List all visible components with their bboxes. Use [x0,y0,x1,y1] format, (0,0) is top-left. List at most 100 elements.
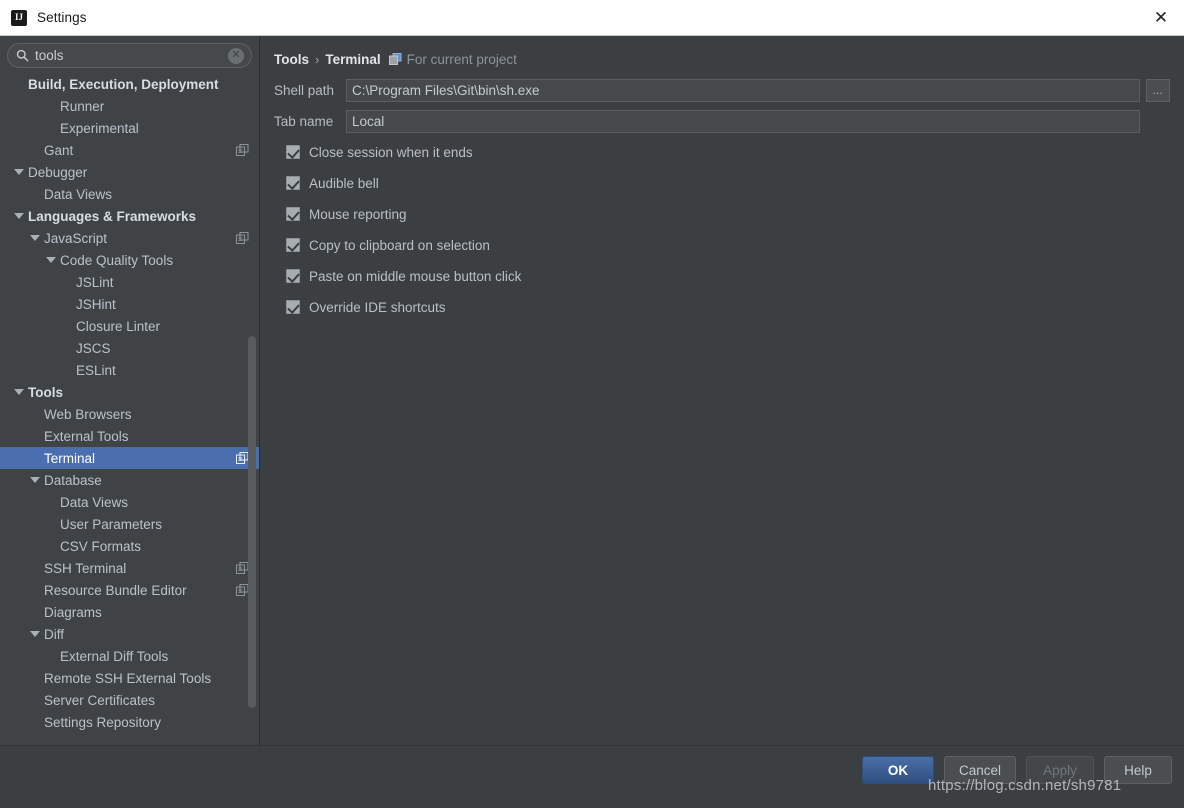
sidebar-item-gant[interactable]: Gant [0,139,259,161]
sidebar-item-debugger[interactable]: Debugger [0,161,259,183]
chevron-down-icon[interactable] [14,211,25,222]
sidebar-item-web-browsers[interactable]: Web Browsers [0,403,259,425]
sidebar-item-external-tools[interactable]: External Tools [0,425,259,447]
chevron-down-icon[interactable] [30,475,41,486]
sidebar-item-diff[interactable]: Diff [0,623,259,645]
sidebar-item-user-parameters[interactable]: User Parameters [0,513,259,535]
checkmark-icon[interactable] [286,207,300,221]
checkbox-close-session-when-it-ends[interactable]: Close session when it ends [286,141,1170,163]
ok-button[interactable]: OK [861,756,934,784]
search-container: ✕ [0,36,259,72]
sidebar-item-label: JavaScript [44,230,108,246]
sidebar-item-remote-ssh-external-tools[interactable]: Remote SSH External Tools [0,667,259,689]
checkbox-mouse-reporting[interactable]: Mouse reporting [286,203,1170,225]
tab-name-row: Tab name [274,110,1170,133]
checkbox-paste-on-middle-mouse-button-click[interactable]: Paste on middle mouse button click [286,265,1170,287]
sidebar-item-jslint[interactable]: JSLint [0,271,259,293]
sidebar-item-csv-formats[interactable]: CSV Formats [0,535,259,557]
checkmark-icon[interactable] [286,238,300,252]
chevron-down-icon[interactable] [30,629,41,640]
sidebar-item-resource-bundle-editor[interactable]: Resource Bundle Editor [0,579,259,601]
checkbox-audible-bell[interactable]: Audible bell [286,172,1170,194]
sidebar-item-data-views[interactable]: Data Views [0,183,259,205]
project-scope-icon [236,144,249,156]
cancel-button[interactable]: Cancel [943,756,1016,784]
sidebar-item-diagrams[interactable]: Diagrams [0,601,259,623]
checkmark-icon[interactable] [286,269,300,283]
sidebar-item-terminal[interactable]: Terminal [0,447,259,469]
settings-tree[interactable]: Build, Execution, Deployment Runner Experi… [0,72,259,745]
clear-search-icon[interactable]: ✕ [228,47,244,64]
checkmark-icon[interactable] [286,176,300,190]
project-scope-icon [388,53,402,65]
sidebar-item-data-views[interactable]: Data Views [0,491,259,513]
breadcrumb: Tools › Terminal For current project [274,48,1170,70]
chevron-down-icon[interactable] [14,167,25,178]
sidebar-item-runner[interactable]: Runner [0,95,259,117]
search-icon [16,49,29,62]
breadcrumb-parent[interactable]: Tools [274,52,309,67]
sidebar-item-label: Resource Bundle Editor [44,582,187,598]
shell-path-row: Shell path … [274,79,1170,102]
checkbox-override-ide-shortcuts[interactable]: Override IDE shortcuts [286,296,1170,318]
sidebar-item-closure-linter[interactable]: Closure Linter [0,315,259,337]
sidebar-item-label: JSCS [76,340,111,356]
terminal-settings-panel: Tools › Terminal For current project She… [261,36,1184,745]
sidebar-item-code-quality-tools[interactable]: Code Quality Tools [0,249,259,271]
sidebar-scrollbar[interactable] [248,336,256,708]
tab-name-input[interactable] [346,110,1140,133]
sidebar-item-label: SSH Terminal [44,560,127,576]
sidebar-item-languages-frameworks[interactable]: Languages & Frameworks [0,205,259,227]
chevron-down-icon[interactable] [14,387,25,398]
sidebar-item-javascript[interactable]: JavaScript [0,227,259,249]
sidebar-item-label: CSV Formats [60,538,142,554]
sidebar-item-label: External Diff Tools [60,648,169,664]
sidebar-item-label: Tools [28,384,63,400]
sidebar-item-server-certificates[interactable]: Server Certificates [0,689,259,711]
project-scope-icon [236,232,249,244]
sidebar-item-label: Terminal [44,450,96,466]
search-field[interactable]: ✕ [7,43,252,68]
sidebar-item-label: Settings Repository [44,714,162,730]
chevron-down-icon[interactable] [30,233,41,244]
checkbox-label: Copy to clipboard on selection [309,237,490,253]
search-input[interactable] [29,48,228,63]
sidebar-item-external-diff-tools[interactable]: External Diff Tools [0,645,259,667]
browse-shell-path-button[interactable]: … [1146,79,1170,102]
sidebar-item-jshint[interactable]: JSHint [0,293,259,315]
checkmark-icon[interactable] [286,145,300,159]
sidebar-item-database[interactable]: Database [0,469,259,491]
sidebar-item-settings-repository[interactable]: Settings Repository [0,711,259,733]
chevron-down-icon[interactable] [46,255,57,266]
help-button[interactable]: Help [1104,756,1172,784]
sidebar-item-tools[interactable]: Tools [0,381,259,403]
sidebar-item-jscs[interactable]: JSCS [0,337,259,359]
tab-name-label: Tab name [274,114,334,129]
sidebar-item-build-execution-deployment[interactable]: Build, Execution, Deployment [0,73,259,95]
sidebar-item-experimental[interactable]: Experimental [0,117,259,139]
dialog-footer: OK Cancel Apply Help [0,745,1184,808]
checkbox-copy-to-clipboard-on-selection[interactable]: Copy to clipboard on selection [286,234,1170,256]
settings-sidebar: ✕ Build, Execution, Deployment Runner Expe… [0,36,260,745]
sidebar-item-label: Languages & Frameworks [28,208,197,224]
dialog-content: ✕ Build, Execution, Deployment Runner Expe… [0,36,1184,745]
sidebar-item-ssh-terminal[interactable]: SSH Terminal [0,557,259,579]
sidebar-item-eslint[interactable]: ESLint [0,359,259,381]
checkmark-icon[interactable] [286,300,300,314]
close-icon[interactable]: ✕ [1138,0,1184,35]
shell-path-input[interactable] [346,79,1140,102]
